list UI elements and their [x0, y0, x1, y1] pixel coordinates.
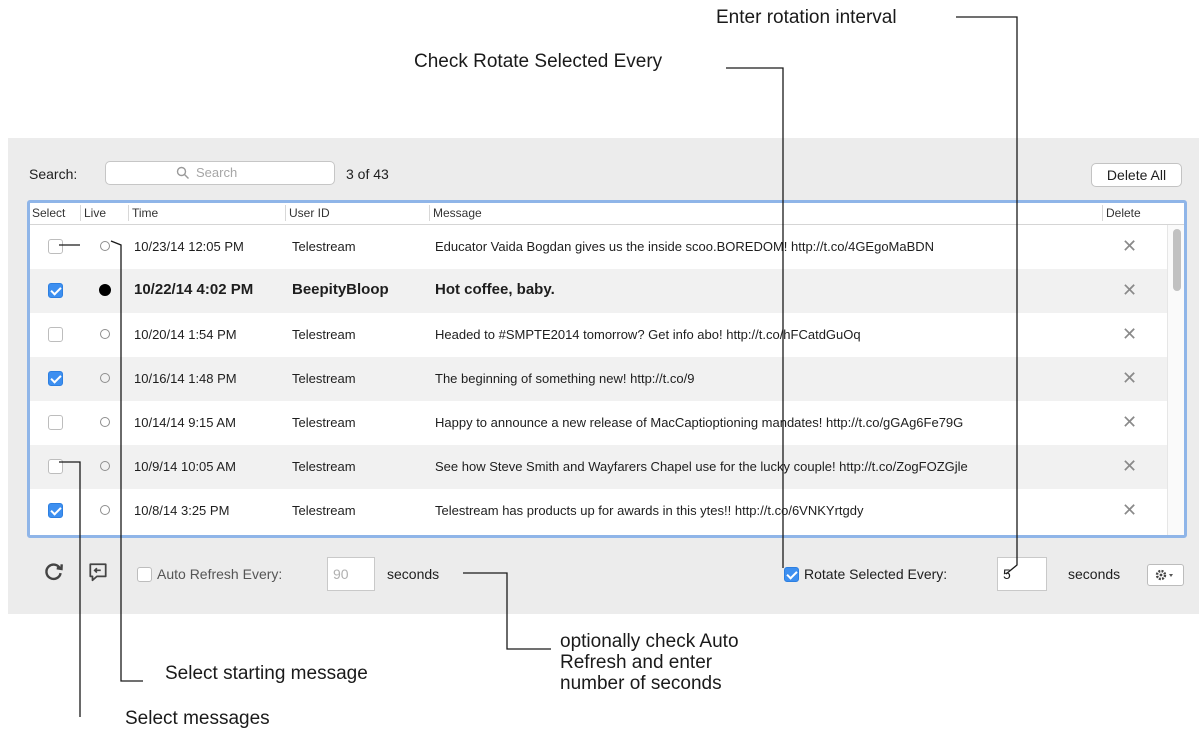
auto-refresh-seconds-label: seconds [387, 566, 440, 582]
callout-auto-refresh-line: optionally check Auto [560, 631, 739, 652]
delete-all-button[interactable]: Delete All [1091, 163, 1182, 187]
gear-icon [1155, 569, 1173, 581]
row-message: Happy to announce a new release of MacCa… [435, 415, 964, 430]
row-user-id: Telestream [292, 371, 356, 386]
callout-select-starting: Select starting message [165, 663, 368, 684]
row-user-id: Telestream [292, 415, 356, 430]
row-user-id: Telestream [292, 239, 356, 254]
row-time: 10/16/14 1:48 PM [134, 371, 237, 386]
auto-refresh-checkbox[interactable] [137, 567, 152, 582]
table-row[interactable]: 10/14/14 9:15 AM Telestream Happy to annou… [30, 401, 1167, 445]
auto-refresh-label: Auto Refresh Every: [157, 566, 283, 582]
row-user-id: BeepityBloop [292, 281, 389, 298]
row-message: Telestream has products up for awards in… [435, 503, 864, 518]
delete-row-icon[interactable]: ✕ [1122, 281, 1137, 299]
row-select-checkbox[interactable] [48, 239, 63, 254]
row-time: 10/14/14 9:15 AM [134, 415, 236, 430]
refresh-icon[interactable] [43, 561, 65, 583]
row-select-checkbox[interactable] [48, 327, 63, 342]
vertical-scrollbar[interactable] [1167, 225, 1184, 535]
row-live-radio[interactable] [100, 373, 110, 383]
rotate-seconds-input[interactable]: 5 [997, 557, 1047, 591]
row-time: 10/23/14 12:05 PM [134, 239, 244, 254]
messages-table: Select Live Time User ID Message Delete … [27, 200, 1187, 538]
table-row[interactable]: 10/16/14 1:48 PM Telestream The beginning … [30, 357, 1167, 401]
row-live-radio[interactable] [99, 284, 111, 296]
delete-row-icon[interactable]: ✕ [1122, 457, 1137, 475]
column-header-time[interactable]: Time [128, 205, 282, 221]
row-user-id: Telestream [292, 459, 356, 474]
table-row[interactable]: 10/8/14 3:25 PM Telestream Telestream has … [30, 489, 1167, 533]
row-user-id: Telestream [292, 327, 356, 342]
row-live-radio[interactable] [100, 461, 110, 471]
search-icon [176, 166, 189, 179]
row-select-checkbox[interactable] [48, 459, 63, 474]
auto-refresh-seconds-input[interactable]: 90 [327, 557, 375, 591]
search-label: Search: [29, 166, 78, 182]
callout-rotation-interval: Enter rotation interval [716, 7, 897, 28]
table-row[interactable]: 10/22/14 4:02 PM BeepityBloop Hot coffee, … [30, 269, 1167, 313]
rotate-selected-label: Rotate Selected Every: [804, 566, 948, 582]
row-select-checkbox[interactable] [48, 283, 63, 298]
rotate-selected-checkbox[interactable] [784, 567, 799, 582]
delete-row-icon[interactable]: ✕ [1122, 237, 1137, 255]
search-placeholder: Search [196, 165, 238, 180]
column-header-live[interactable]: Live [80, 205, 124, 221]
table-row[interactable]: 10/23/14 12:05 PM Telestream Educator Vaid… [30, 225, 1167, 269]
row-message: Hot coffee, baby. [435, 281, 555, 298]
callout-auto-refresh-line: number of seconds [560, 673, 722, 694]
row-message: Headed to #SMPTE2014 tomorrow? Get info … [435, 327, 861, 342]
rotate-seconds-label: seconds [1068, 566, 1121, 582]
column-header-user-id[interactable]: User ID [285, 205, 424, 221]
row-live-radio[interactable] [100, 329, 110, 339]
row-message: The beginning of something new! http://t… [435, 371, 695, 386]
row-message: Educator Vaida Bogdan gives us the insid… [435, 239, 935, 254]
row-time: 10/20/14 1:54 PM [134, 327, 237, 342]
row-time: 10/8/14 3:25 PM [134, 503, 230, 518]
callout-auto-refresh: optionally check Auto Refresh and enter … [560, 631, 739, 694]
delete-row-icon[interactable]: ✕ [1122, 369, 1137, 387]
row-message: See how Steve Smith and Wayfarers Chapel… [435, 459, 968, 474]
search-input[interactable]: Search [105, 161, 335, 185]
table-row[interactable]: 10/9/14 10:05 AM Telestream See how Steve … [30, 445, 1167, 489]
row-live-radio[interactable] [100, 505, 110, 515]
message-back-icon[interactable] [87, 561, 109, 583]
row-select-checkbox[interactable] [48, 371, 63, 386]
row-time: 10/22/14 4:02 PM [134, 281, 254, 298]
callout-auto-refresh-line: Refresh and enter [560, 652, 713, 673]
row-time: 10/9/14 10:05 AM [134, 459, 236, 474]
delete-row-icon[interactable]: ✕ [1122, 325, 1137, 343]
row-select-checkbox[interactable] [48, 415, 63, 430]
row-select-checkbox[interactable] [48, 503, 63, 518]
gear-menu-button[interactable] [1147, 564, 1184, 586]
delete-row-icon[interactable]: ✕ [1122, 501, 1137, 519]
column-header-message[interactable]: Message [429, 205, 1093, 221]
result-count: 3 of 43 [346, 166, 389, 182]
column-header-select[interactable]: Select [30, 205, 80, 221]
row-user-id: Telestream [292, 503, 356, 518]
row-live-radio[interactable] [100, 241, 110, 251]
callout-select-messages: Select messages [125, 708, 270, 729]
row-live-radio[interactable] [100, 417, 110, 427]
table-row[interactable]: 10/20/14 1:54 PM Telestream Headed to #SMP… [30, 313, 1167, 357]
column-header-delete[interactable]: Delete [1102, 205, 1166, 221]
delete-row-icon[interactable]: ✕ [1122, 413, 1137, 431]
callout-check-rotate: Check Rotate Selected Every [414, 51, 663, 72]
table-header: Select Live Time User ID Message Delete [30, 203, 1184, 225]
scrollbar-thumb[interactable] [1173, 229, 1181, 291]
